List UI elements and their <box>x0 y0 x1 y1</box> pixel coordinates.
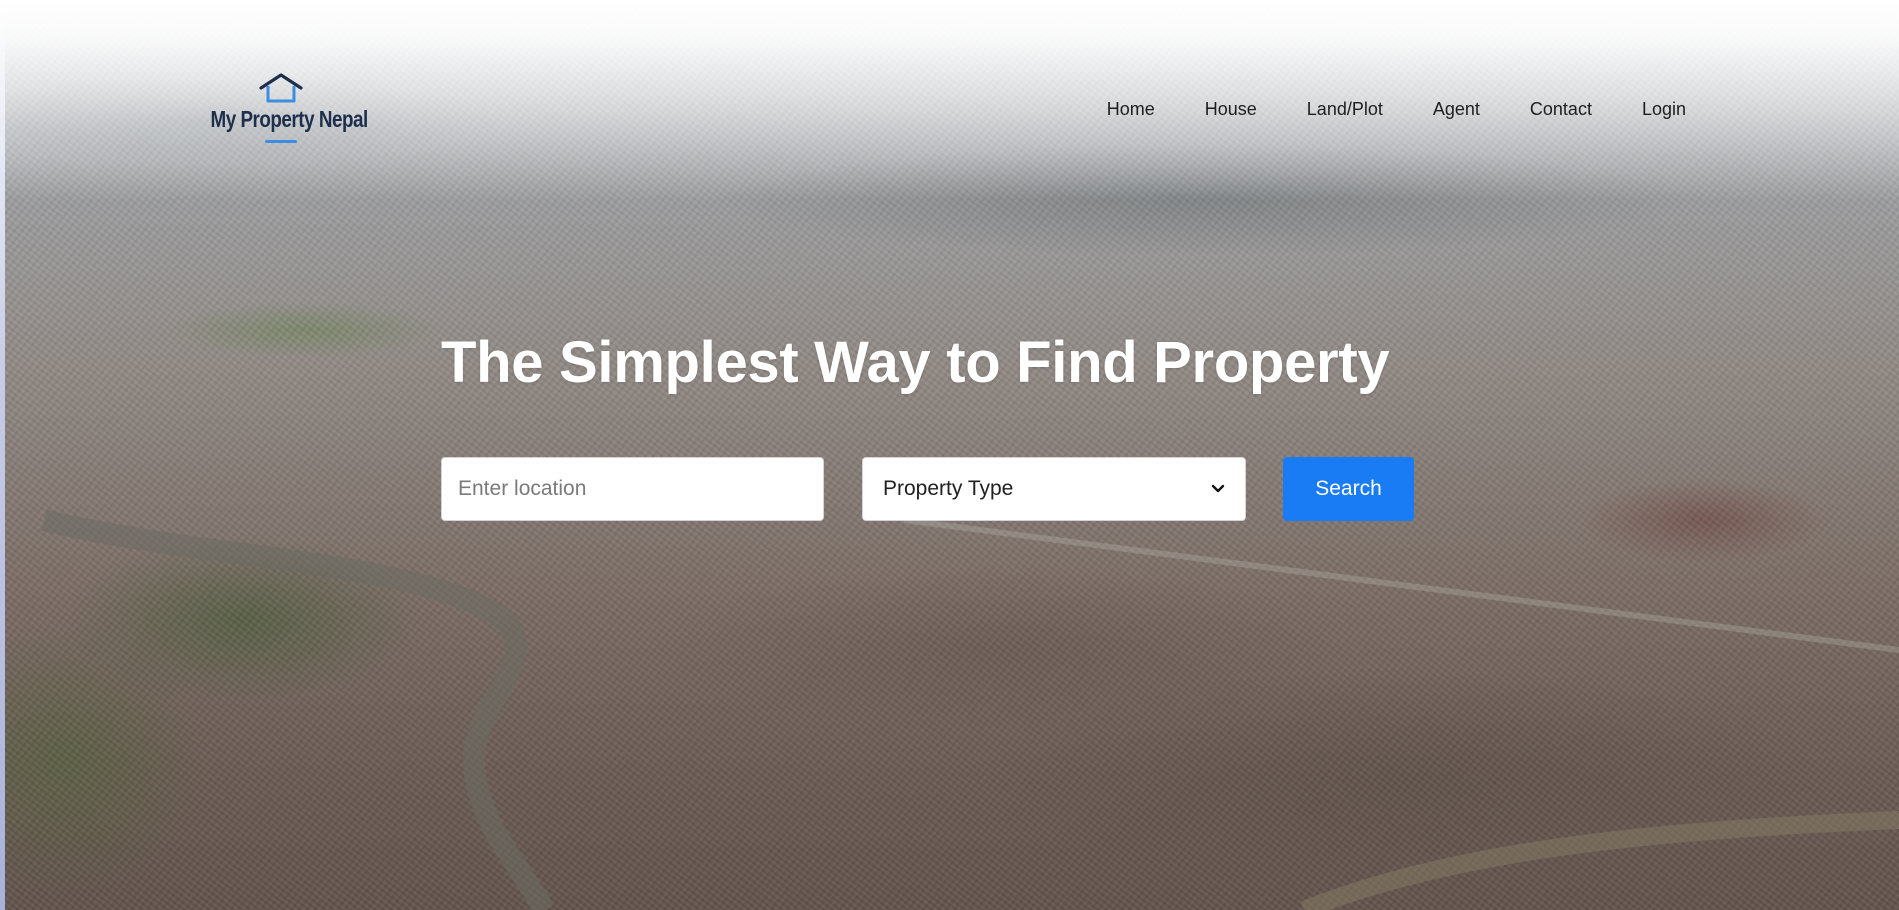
property-type-select[interactable]: Property Type <box>862 457 1246 521</box>
brand-name: My Property Nepal <box>210 106 368 132</box>
brand-logo[interactable]: My Property Nepal <box>195 72 368 146</box>
left-edge-bar <box>0 0 5 910</box>
chevron-down-icon <box>1211 482 1225 496</box>
nav-item-agent[interactable]: Agent <box>1433 98 1480 120</box>
main-nav: Home House Land/Plot Agent Contact Login <box>1057 98 1686 120</box>
nav-item-house[interactable]: House <box>1205 98 1257 120</box>
house-icon <box>259 73 303 103</box>
logo-underline <box>265 140 297 143</box>
nav-item-land-plot[interactable]: Land/Plot <box>1307 98 1383 120</box>
nav-item-contact[interactable]: Contact <box>1530 98 1592 120</box>
nav-item-login[interactable]: Login <box>1642 98 1686 120</box>
property-type-selected-value: Property Type <box>883 477 1014 500</box>
hero-title: The Simplest Way to Find Property <box>441 330 1390 395</box>
search-button[interactable]: Search <box>1283 457 1414 521</box>
nav-item-home[interactable]: Home <box>1107 98 1155 120</box>
location-input[interactable] <box>441 457 824 521</box>
page: My Property Nepal Home House Land/Plot A… <box>0 0 1899 910</box>
